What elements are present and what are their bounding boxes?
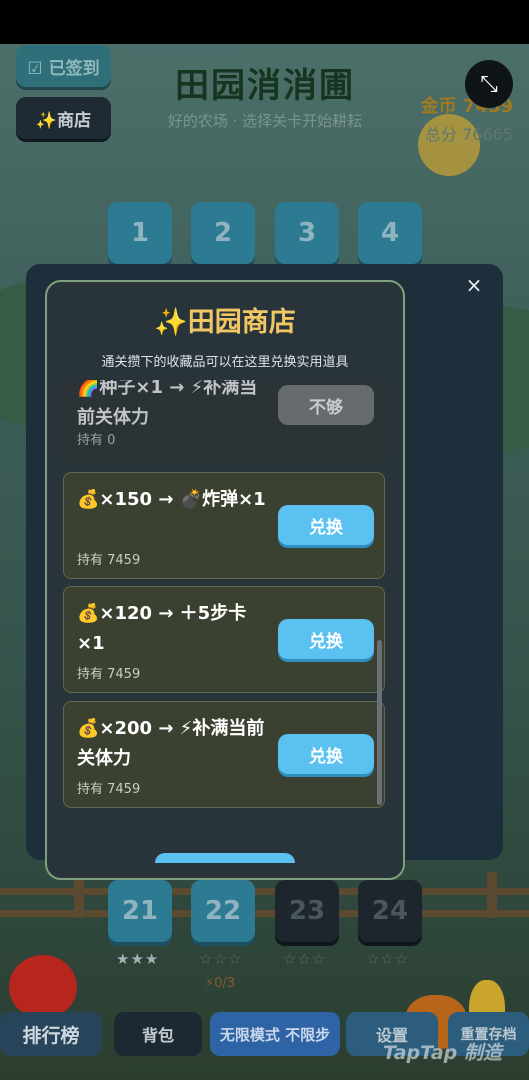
game-title: 田园消消圃 bbox=[175, 66, 355, 106]
shop-item-text: 💰×200 → ⚡补满当前关体力 bbox=[77, 718, 265, 769]
shop-title: ✨田园商店 bbox=[154, 307, 296, 338]
fence-decoration bbox=[0, 872, 529, 940]
endless-mode-button[interactable]: 无限模式 不限步 bbox=[210, 1012, 340, 1056]
shop-item-holding: 持有 7459 bbox=[77, 782, 141, 797]
level-21-stars: ★★★ bbox=[116, 950, 160, 968]
level-button-22[interactable]: 22 bbox=[191, 880, 255, 942]
taptap-watermark: TapTap 制造 bbox=[383, 1042, 502, 1064]
shop-description: 通关攒下的收藏品可以在这里兑换实用道具 bbox=[101, 355, 349, 370]
level-22-energy: ⚡0/3 bbox=[205, 976, 236, 991]
exit-fullscreen-icon[interactable]: ⤡ bbox=[465, 60, 513, 108]
shop-item-text: 💰×120 → ＋5步卡×1 bbox=[77, 603, 247, 654]
shop-item-holding: 持有 7459 bbox=[77, 667, 141, 682]
level-button-1[interactable]: 1 bbox=[108, 202, 172, 264]
shop-item: 🌈种子×1 → ⚡补满当前关体力 持有 0 不够 bbox=[63, 380, 385, 464]
list-scrollbar[interactable] bbox=[377, 640, 382, 805]
shop-button[interactable]: ✨商店 bbox=[16, 97, 111, 139]
shop-item-text: 🌈种子×1 → ⚡补满当前关体力 bbox=[77, 380, 258, 428]
backpack-button[interactable]: 背包 bbox=[114, 1012, 202, 1056]
shop-confirm-button[interactable] bbox=[155, 853, 295, 863]
shop-item-holding: 持有 0 bbox=[77, 433, 116, 448]
level-24-stars: ☆☆☆ bbox=[366, 950, 410, 968]
shop-item-text: 💰×150 → 💣炸弹×1 bbox=[77, 489, 266, 510]
shop-item: 💰×150 → 💣炸弹×1 持有 7459 兑换 bbox=[63, 472, 385, 579]
level-button-23[interactable]: 23 bbox=[275, 880, 339, 942]
exchange-button[interactable]: 兑换 bbox=[278, 619, 374, 659]
level-button-21[interactable]: 21 bbox=[108, 880, 172, 942]
shop-item-holding: 持有 7459 bbox=[77, 553, 141, 568]
exchange-button[interactable]: 兑换 bbox=[278, 734, 374, 774]
level-button-3[interactable]: 3 bbox=[275, 202, 339, 264]
not-enough-button[interactable]: 不够 bbox=[278, 385, 374, 425]
shop-item: 💰×120 → ＋5步卡×1 持有 7459 兑换 bbox=[63, 586, 385, 693]
shop-item-list[interactable]: 🌈种子×1 → ⚡补满当前关体力 持有 0 不够 💰×150 → 💣炸弹×1 持… bbox=[45, 380, 405, 820]
exchange-button[interactable]: 兑换 bbox=[278, 505, 374, 545]
game-subtitle: 好的农场 · 选择关卡开始耕耘 bbox=[167, 112, 363, 130]
leaderboard-button[interactable]: 排行榜 bbox=[0, 1012, 102, 1056]
status-bar bbox=[0, 0, 529, 44]
tomato-decoration bbox=[9, 955, 77, 1019]
close-icon[interactable]: × bbox=[462, 273, 486, 297]
level-23-stars: ☆☆☆ bbox=[283, 950, 327, 968]
level-button-4[interactable]: 4 bbox=[358, 202, 422, 264]
level-22-stars: ☆☆☆ bbox=[199, 950, 243, 968]
shop-item: 💰×200 → ⚡补满当前关体力 持有 7459 兑换 bbox=[63, 701, 385, 808]
signed-in-button[interactable]: ☑ 已签到 bbox=[16, 45, 111, 87]
level-button-24[interactable]: 24 bbox=[358, 880, 422, 942]
level-button-2[interactable]: 2 bbox=[191, 202, 255, 264]
total-score: 总分 76665 bbox=[425, 125, 513, 144]
